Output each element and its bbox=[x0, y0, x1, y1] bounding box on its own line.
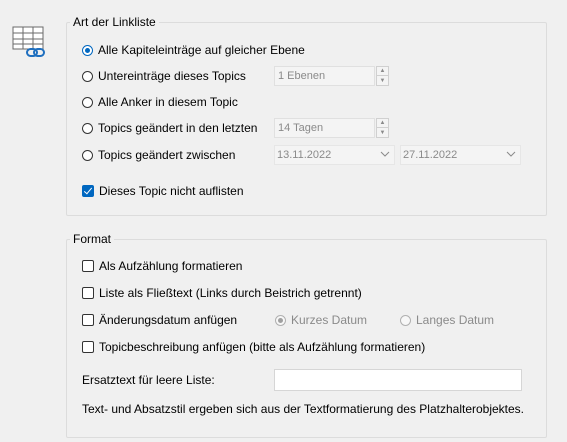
spin-down-icon[interactable]: ▼ bbox=[377, 128, 388, 137]
long-date-radio[interactable] bbox=[400, 314, 411, 326]
link-type-group-title: Art der Linkliste bbox=[70, 15, 159, 29]
option-changed-last[interactable]: Topics geändert in den letzten bbox=[82, 120, 257, 136]
flow-text-option[interactable]: Liste als Fließtext (Links durch Beistri… bbox=[82, 285, 362, 301]
radio-all-chapters[interactable] bbox=[82, 44, 93, 56]
append-desc-checkbox[interactable] bbox=[82, 341, 94, 353]
long-date-option[interactable]: Langes Datum bbox=[400, 312, 494, 328]
option-subentries[interactable]: Untereinträge dieses Topics bbox=[82, 68, 246, 84]
radio-all-anchors[interactable] bbox=[82, 96, 93, 108]
option-changed-last-label: Topics geändert in den letzten bbox=[98, 121, 258, 135]
option-all-chapters-label: Alle Kapiteleinträge auf gleicher Ebene bbox=[98, 43, 305, 57]
short-date-option[interactable]: Kurzes Datum bbox=[275, 312, 367, 328]
option-changed-between[interactable]: Topics geändert zwischen bbox=[82, 147, 235, 163]
date-from-value: 13.11.2022 bbox=[277, 149, 332, 161]
flow-text-label: Liste als Fließtext (Links durch Beistri… bbox=[99, 286, 362, 300]
append-date-option[interactable]: Änderungsdatum anfügen bbox=[82, 312, 237, 328]
spin-up-icon[interactable]: ▲ bbox=[377, 67, 388, 76]
date-to-value: 27.11.2022 bbox=[403, 149, 458, 161]
format-group-title: Format bbox=[70, 232, 115, 246]
date-to-picker[interactable]: 27.11.2022 bbox=[400, 145, 521, 165]
radio-subentries[interactable] bbox=[82, 70, 93, 82]
option-all-chapters[interactable]: Alle Kapiteleinträge auf gleicher Ebene bbox=[82, 42, 305, 58]
exclude-topic-checkbox[interactable] bbox=[82, 185, 94, 197]
levels-spinner[interactable]: ▲ ▼ bbox=[376, 66, 389, 86]
info-text: Text- und Absatzstil ergeben sich aus de… bbox=[82, 402, 525, 416]
empty-list-label: Ersatztext für leere Liste: bbox=[82, 373, 215, 387]
append-desc-label: Topicbeschreibung anfügen (bitte als Auf… bbox=[99, 340, 426, 354]
append-date-checkbox[interactable] bbox=[82, 314, 94, 326]
append-date-label: Änderungsdatum anfügen bbox=[99, 313, 238, 327]
short-date-label: Kurzes Datum bbox=[291, 313, 368, 327]
exclude-topic-label: Dieses Topic nicht auflisten bbox=[99, 184, 244, 198]
chevron-down-icon[interactable] bbox=[506, 149, 516, 159]
spin-up-icon[interactable]: ▲ bbox=[377, 119, 388, 128]
short-date-radio[interactable] bbox=[275, 314, 286, 326]
as-list-label: Als Aufzählung formatieren bbox=[99, 259, 243, 273]
as-list-option[interactable]: Als Aufzählung formatieren bbox=[82, 258, 242, 274]
exclude-topic-option[interactable]: Dieses Topic nicht auflisten bbox=[82, 183, 244, 199]
radio-changed-last[interactable] bbox=[82, 122, 93, 134]
days-spinner[interactable]: ▲ ▼ bbox=[376, 118, 389, 138]
option-all-anchors[interactable]: Alle Anker in diesem Topic bbox=[82, 94, 238, 110]
option-changed-between-label: Topics geändert zwischen bbox=[98, 148, 236, 162]
date-from-picker[interactable]: 13.11.2022 bbox=[274, 145, 395, 165]
link-list-table-icon bbox=[12, 26, 52, 62]
long-date-label: Langes Datum bbox=[416, 313, 495, 327]
levels-field[interactable]: 1 Ebenen bbox=[274, 66, 375, 86]
radio-changed-between[interactable] bbox=[82, 149, 93, 161]
empty-list-input[interactable] bbox=[274, 369, 522, 391]
append-desc-option[interactable]: Topicbeschreibung anfügen (bitte als Auf… bbox=[82, 339, 425, 355]
option-all-anchors-label: Alle Anker in diesem Topic bbox=[98, 95, 238, 109]
spin-down-icon[interactable]: ▼ bbox=[377, 76, 388, 85]
chevron-down-icon[interactable] bbox=[380, 149, 390, 159]
as-list-checkbox[interactable] bbox=[82, 260, 94, 272]
option-subentries-label: Untereinträge dieses Topics bbox=[98, 69, 246, 83]
days-field[interactable]: 14 Tagen bbox=[274, 118, 375, 138]
flow-text-checkbox[interactable] bbox=[82, 287, 94, 299]
